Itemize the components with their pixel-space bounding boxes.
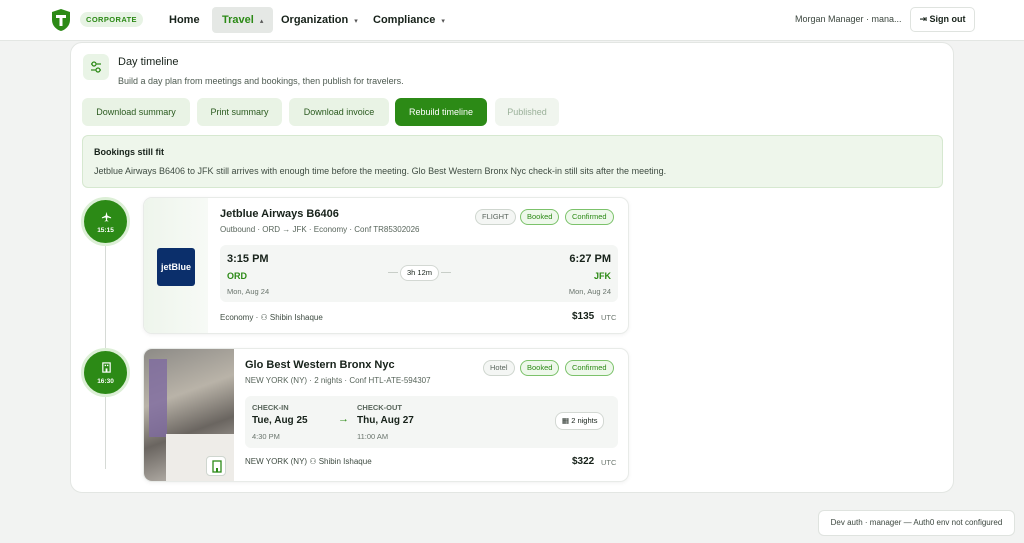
users-icon: ⚇: [260, 313, 268, 322]
published-button: Published: [495, 98, 559, 126]
checkout-label: CHECK-OUT: [357, 403, 402, 412]
download-invoice-button[interactable]: Download invoice: [289, 98, 389, 126]
checkin-time: 4:30 PM: [252, 432, 280, 441]
flight-subtitle: Outbound · ORD → JFK · Economy · Conf TR…: [220, 225, 420, 234]
flight-price: $135: [572, 311, 595, 322]
sign-out-icon: ⇥: [919, 14, 928, 24]
timeline-line: [105, 223, 106, 469]
hotel-badge: [206, 456, 226, 476]
users-icon: ⚇: [309, 457, 317, 466]
building-icon: [212, 460, 222, 473]
sign-out-label: Sign out: [929, 14, 966, 24]
timeline-time: 15:15: [97, 227, 114, 234]
hotel-subtitle: NEW YORK (NY) · 2 nights · Conf HTL-ATE-…: [245, 376, 431, 385]
calendar-icon: ▦: [562, 416, 570, 425]
departure-code: ORD: [227, 271, 247, 281]
flight-duration: 3h 12m: [400, 265, 440, 281]
nav-travel-label: Travel: [222, 14, 254, 26]
hotel-dates-box: CHECK-IN Tue, Aug 25 4:30 PM → CHECK-OUT…: [245, 396, 618, 448]
sign-out-button[interactable]: ⇥ Sign out: [910, 7, 975, 32]
booked-pill: Booked: [520, 360, 560, 376]
hotel-photo: [144, 349, 234, 481]
hotel-currency: UTC: [601, 458, 617, 467]
arrival-code: JFK: [593, 271, 611, 281]
arrival-time: 6:27 PM: [569, 253, 611, 265]
confirmed-pill: Confirmed: [565, 360, 614, 376]
duration-line-right: [441, 272, 451, 273]
flight-times-box: 3:15 PM ORD Mon, Aug 24 3h 12m 6:27 PM J…: [220, 245, 618, 302]
checkout-time: 11:00 AM: [357, 432, 389, 441]
chevron-up-icon: ▴: [259, 18, 264, 25]
bookings-fit-notice: Bookings still fit Jetblue Airways B6406…: [82, 135, 943, 188]
checkin-label: CHECK-IN: [252, 403, 289, 412]
nav-organization-label: Organization: [281, 14, 349, 26]
departure-time: 3:15 PM: [227, 253, 269, 265]
flight-title: Jetblue Airways B6406: [220, 208, 339, 220]
confirmed-pill: Confirmed: [565, 209, 614, 225]
hotel-card[interactable]: Glo Best Western Bronx Nyc NEW YORK (NY)…: [143, 348, 629, 482]
flight-type-pill: FLIGHT: [475, 209, 516, 225]
nights-badge: ▦ 2 nights: [555, 412, 605, 430]
notice-text: Jetblue Airways B6406 to JFK still arriv…: [94, 166, 667, 176]
user-label[interactable]: Morgan Manager · mana...: [795, 14, 902, 24]
rebuild-timeline-button[interactable]: Rebuild timeline: [395, 98, 487, 126]
hotel-price: $322: [572, 456, 595, 467]
page-title: Day timeline: [118, 56, 179, 68]
hotel-city: NEW YORK (NY): [245, 457, 308, 466]
timeline-node-hotel[interactable]: 16:30: [81, 348, 130, 397]
sliders-icon: [83, 54, 109, 80]
duration-line-left: [388, 272, 398, 273]
nav-compliance[interactable]: Compliance ▾: [373, 7, 445, 33]
dev-auth-toast: Dev auth · manager — Auth0 env not confi…: [818, 510, 1015, 536]
chevron-down-icon: ▾: [354, 18, 358, 25]
building-icon: [102, 362, 111, 373]
corporate-badge: CORPORATE: [80, 12, 143, 27]
checkout-date: Thu, Aug 27: [357, 415, 414, 426]
arrow-right-icon: →: [338, 413, 349, 425]
day-timeline-panel: Day timeline Build a day plan from meeti…: [70, 42, 954, 493]
booked-pill: Booked: [520, 209, 560, 225]
hotel-type-pill: Hotel: [483, 360, 515, 376]
checkin-date: Tue, Aug 25: [252, 415, 308, 426]
download-summary-button[interactable]: Download summary: [82, 98, 190, 126]
flight-footer: Economy · ⚇ Shibin Ishaque: [220, 313, 323, 322]
flight-card[interactable]: jetBlue Jetblue Airways B6406 Outbound ·…: [143, 197, 629, 334]
jetblue-logo: jetBlue: [157, 248, 195, 286]
nights-count: 2 nights: [571, 416, 598, 425]
nav-home-label: Home: [169, 14, 200, 26]
chevron-down-icon: ▾: [441, 18, 445, 25]
traveler-name: Shibin Ishaque: [269, 313, 323, 322]
nav-travel[interactable]: Travel ▴: [212, 7, 274, 33]
brand-logo-icon[interactable]: [50, 8, 72, 32]
hotel-title: Glo Best Western Bronx Nyc: [245, 359, 395, 371]
traveler-name: Shibin Ishaque: [318, 457, 372, 466]
cabin-class: Economy: [220, 313, 254, 322]
plane-icon: [101, 211, 112, 222]
departure-date: Mon, Aug 24: [227, 287, 270, 296]
nav-home[interactable]: Home: [169, 7, 200, 33]
jetblue-logo-text: jetBlue: [160, 262, 191, 272]
arrival-date: Mon, Aug 24: [568, 287, 611, 296]
nav-organization[interactable]: Organization ▾: [281, 7, 358, 33]
print-summary-button[interactable]: Print summary: [197, 98, 282, 126]
timeline-node-flight[interactable]: 15:15: [81, 197, 130, 246]
hotel-footer: NEW YORK (NY) ⚇ Shibin Ishaque: [245, 457, 372, 466]
flight-currency: UTC: [601, 313, 617, 322]
nav-compliance-label: Compliance: [373, 14, 436, 26]
hotel-photo-curtain: [149, 359, 167, 437]
top-bar: CORPORATE Home Travel ▴ Organization ▾ Com…: [0, 0, 1024, 41]
timeline-time: 16:30: [97, 378, 114, 385]
notice-title: Bookings still fit: [94, 147, 165, 157]
page-subtitle: Build a day plan from meetings and booki…: [118, 76, 404, 86]
